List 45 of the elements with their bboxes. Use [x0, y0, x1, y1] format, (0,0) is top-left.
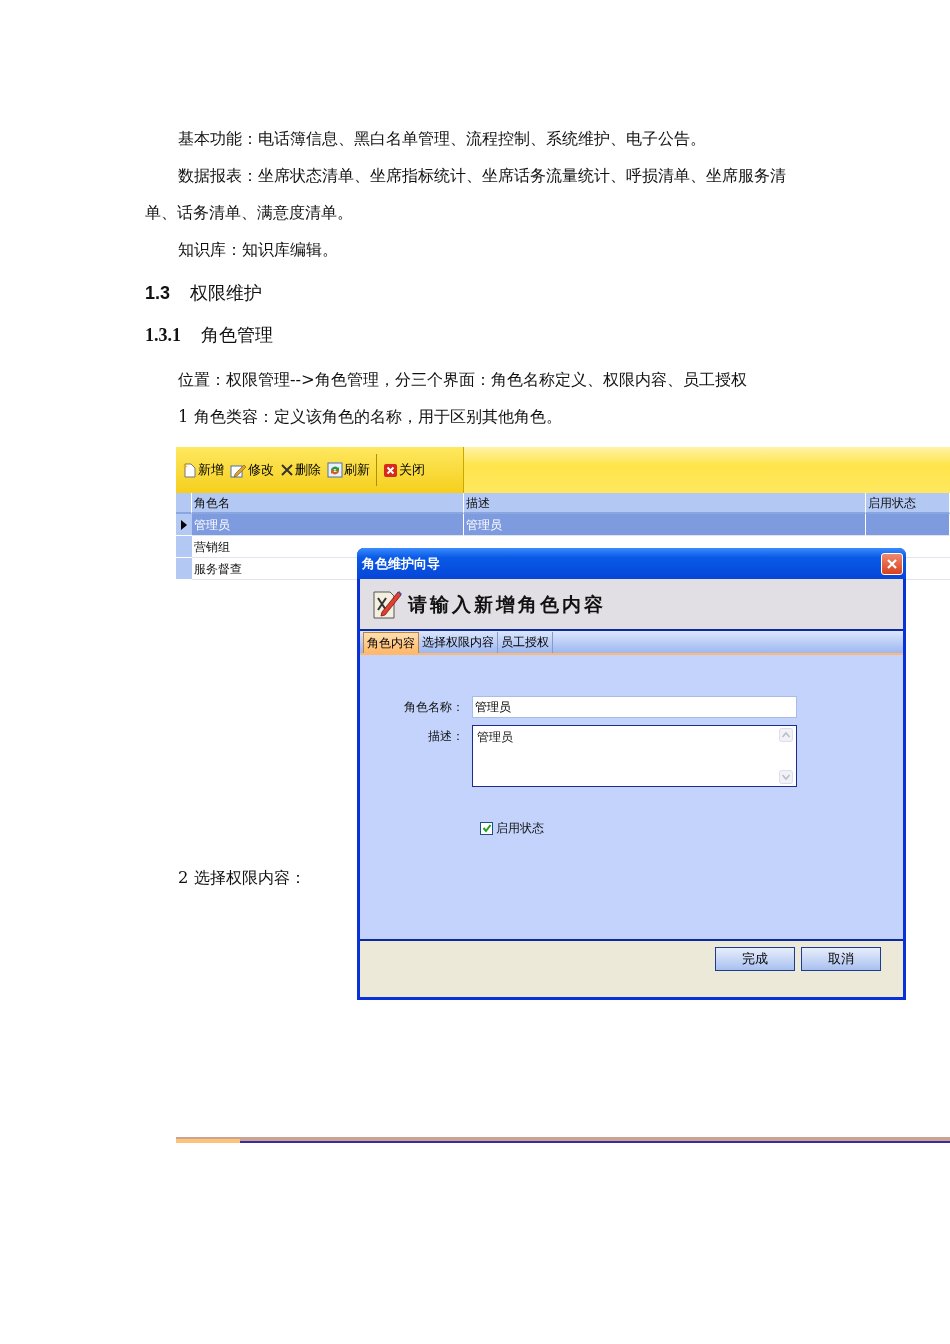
toolbar-button[interactable]: 刷新 — [324, 460, 373, 480]
close-button[interactable] — [881, 552, 903, 575]
column-header[interactable]: 启用状态 — [866, 493, 950, 514]
description-field[interactable]: 管理员 — [472, 725, 797, 787]
table-cell: 管理员 — [464, 514, 866, 536]
toolbar-button[interactable]: 新增 — [179, 460, 227, 480]
name-field[interactable]: 管理员 — [472, 696, 797, 718]
field-label: 角色名称： — [403, 699, 465, 716]
section-heading: 角色管理 — [201, 324, 273, 345]
header-cell — [176, 493, 192, 514]
tab[interactable]: 选择权限内容 — [419, 632, 498, 653]
dialog-heading: 请输入新增角色内容 — [408, 591, 606, 617]
paragraph: 位置：权限管理-->角色管理，分三个界面：角色名称定义、权限内容、员工授权 — [177, 369, 748, 391]
section-number: 1.3.1 — [145, 325, 181, 345]
paragraph: 2 选择权限内容： — [178, 867, 307, 889]
dialog-button[interactable]: 完成 — [715, 947, 795, 971]
close-icon — [383, 462, 398, 478]
pencil-icon — [230, 462, 247, 478]
tab[interactable]: 角色内容 — [363, 632, 419, 653]
refresh-icon — [327, 462, 343, 478]
toolbar-button[interactable]: 关闭 — [380, 460, 428, 480]
paragraph: 1 角色类容：定义该角色的名称，用于区别其他角色。 — [177, 406, 563, 428]
paragraph: 知识库：知识库编辑。 — [177, 239, 339, 261]
toolbar-button[interactable]: 修改 — [227, 460, 277, 480]
dialog-button[interactable]: 取消 — [801, 947, 881, 971]
tab[interactable]: 员工授权 — [498, 632, 553, 653]
paragraph: 基本功能：电话簿信息、黑白名单管理、流程控制、系统维护、电子公告。 — [177, 128, 707, 150]
table-cell: 管理员 — [192, 514, 464, 536]
scroll-up-icon — [779, 728, 795, 742]
column-header[interactable]: 角色名 — [192, 493, 464, 514]
checkbox[interactable] — [480, 821, 493, 835]
checkbox-label: 启用状态 — [496, 820, 544, 837]
scroll-down-icon — [779, 770, 795, 784]
section-heading: 权限维护 — [190, 282, 263, 303]
close-icon — [886, 557, 898, 570]
document-pencil-icon — [372, 588, 402, 620]
section-number: 1.3 — [145, 283, 171, 303]
row-pointer-icon — [181, 519, 187, 530]
toolbar-button[interactable]: 删除 — [277, 460, 324, 480]
new-document-icon — [182, 462, 197, 478]
paragraph: 数据报表：坐席状态清单、坐席指标统计、坐席话务流量统计、呼损清单、坐席服务清单、话务清单、满意度清单。 — [145, 165, 787, 224]
field-label: 描述： — [427, 728, 465, 745]
column-header[interactable]: 描述 — [464, 493, 866, 514]
row-header[interactable] — [176, 514, 192, 536]
close-icon — [280, 463, 294, 477]
